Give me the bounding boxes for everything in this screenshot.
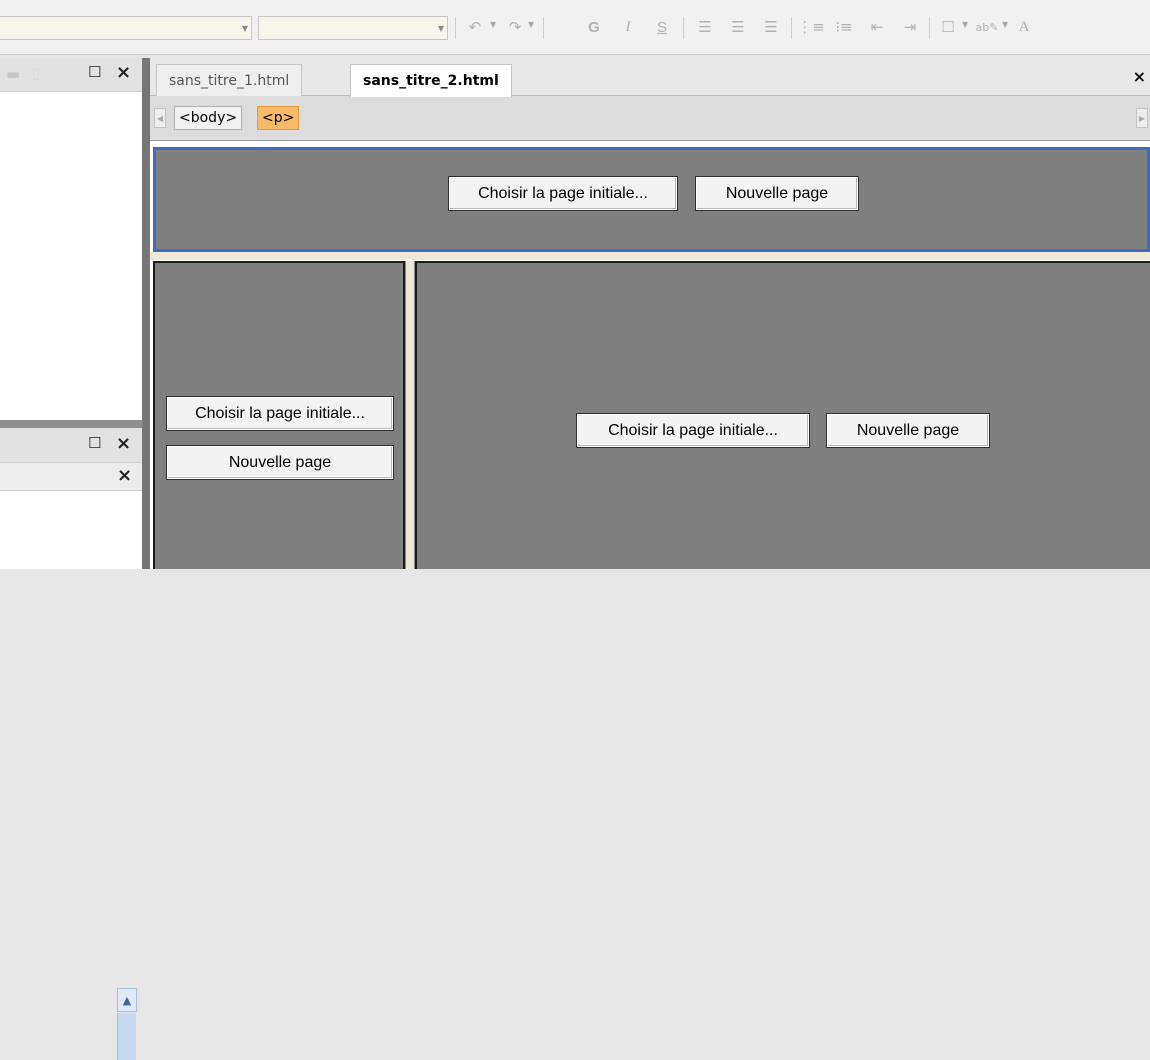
tab-label: sans_titre_1.html — [169, 73, 290, 89]
frame-main[interactable]: Choisir la page initiale... Nouvelle pag… — [415, 261, 1150, 569]
left-panel-top — [0, 58, 142, 420]
maximize-icon[interactable]: ☐ — [88, 434, 101, 452]
scroll-up-icon[interactable]: ▲ — [117, 988, 137, 1012]
left-panel-top-header: ▬ ▯ ☐ × — [0, 58, 142, 92]
close-icon[interactable]: × — [116, 62, 131, 83]
font-family-combo[interactable]: ▼ — [0, 16, 252, 40]
chevron-down-icon: ▼ — [241, 24, 248, 33]
close-icon[interactable]: × — [117, 465, 132, 486]
left-panel-bottom: ▲ — [0, 491, 142, 1060]
border-dropdown-icon[interactable]: ▼ — [962, 20, 968, 29]
tag-p[interactable]: <p> — [257, 106, 300, 130]
frame-top[interactable]: Choisir la page initiale... Nouvelle pag… — [153, 147, 1150, 252]
close-icon[interactable]: × — [116, 433, 131, 454]
chevron-left-icon[interactable]: ◀ — [154, 108, 166, 128]
redo-dropdown-icon[interactable]: ▼ — [528, 20, 534, 29]
left-panel-bottom-header: ☐ × — [0, 428, 142, 463]
toolbar-separator — [929, 17, 930, 39]
page-icon[interactable]: ▯ — [32, 64, 40, 82]
toolbar-separator — [455, 17, 456, 39]
align-center-icon[interactable]: ☰ — [727, 16, 749, 38]
bold-button[interactable]: G — [583, 16, 605, 38]
align-right-icon[interactable]: ☰ — [760, 16, 782, 38]
document-tab-bar: sans_titre_1.html sans_titre_2.html × — [150, 58, 1150, 97]
new-page-button[interactable]: Nouvelle page — [827, 414, 989, 447]
tab-label: sans_titre_2.html — [363, 73, 499, 89]
toolbar-separator — [791, 17, 792, 39]
left-panel-splitter[interactable] — [0, 420, 142, 428]
frame-left[interactable]: Choisir la page initiale... Nouvelle pag… — [153, 261, 405, 569]
highlight-icon[interactable]: ab✎ — [975, 16, 999, 38]
tag-breadcrumb: ◀ <body> <p> ▶ — [150, 96, 1150, 141]
choose-initial-page-button[interactable]: Choisir la page initiale... — [449, 177, 677, 210]
scrollbar-thumb[interactable] — [117, 1013, 136, 1060]
dock-divider[interactable] — [142, 58, 150, 569]
maximize-icon[interactable]: ☐ — [88, 63, 101, 81]
vertical-frame-splitter[interactable] — [405, 261, 415, 569]
undo-dropdown-icon[interactable]: ▼ — [490, 20, 496, 29]
redo-icon[interactable]: ↷ — [504, 16, 526, 38]
highlight-dropdown-icon[interactable]: ▼ — [1002, 20, 1008, 29]
new-page-button[interactable]: Nouvelle page — [167, 446, 393, 479]
folder-icon[interactable]: ▬ — [6, 65, 20, 83]
toolbar-separator — [683, 17, 684, 39]
indent-icon[interactable]: ⇥ — [899, 16, 921, 38]
italic-button[interactable]: I — [617, 16, 639, 38]
border-icon[interactable]: ☐ — [937, 16, 959, 38]
outdent-icon[interactable]: ⇤ — [866, 16, 888, 38]
font-color-button[interactable]: A — [1015, 16, 1033, 38]
tab-sans-titre-1[interactable]: sans_titre_1.html — [156, 64, 303, 97]
chevron-right-icon[interactable]: ▶ — [1136, 108, 1148, 128]
numbered-list-icon[interactable]: ⋮≡ — [797, 16, 825, 38]
underline-button[interactable]: S — [651, 16, 673, 38]
choose-initial-page-button[interactable]: Choisir la page initiale... — [167, 397, 393, 430]
choose-initial-page-button[interactable]: Choisir la page initiale... — [577, 414, 809, 447]
new-page-button[interactable]: Nouvelle page — [696, 177, 858, 210]
tab-sans-titre-2[interactable]: sans_titre_2.html — [350, 64, 512, 97]
bulleted-list-icon[interactable]: ⁝≡ — [833, 16, 855, 38]
formatting-toolbar: ▼ ▼ ↶ ▼ ↷ ▼ G I S ☰ ☰ ☰ ⋮≡ ⁝≡ ⇤ ⇥ ☐ ▼ ab… — [0, 0, 1150, 55]
undo-icon[interactable]: ↶ — [464, 16, 486, 38]
toolbar-separator — [543, 17, 544, 39]
font-size-combo[interactable]: ▼ — [258, 16, 448, 40]
left-panel-bottom-subheader: × — [0, 463, 142, 491]
frameset-splitter[interactable] — [150, 252, 1150, 260]
close-icon[interactable]: × — [1133, 67, 1146, 86]
tag-body[interactable]: <body> — [174, 106, 243, 130]
align-left-icon[interactable]: ☰ — [694, 16, 716, 38]
chevron-down-icon: ▼ — [437, 24, 444, 33]
